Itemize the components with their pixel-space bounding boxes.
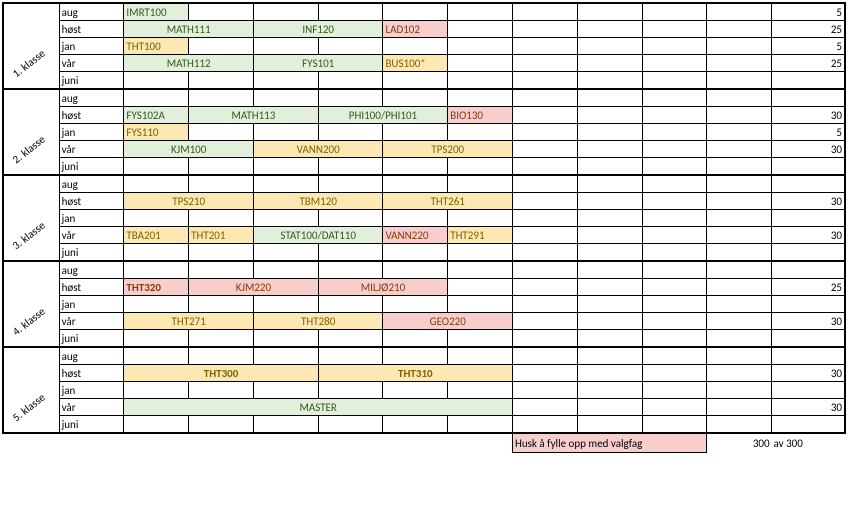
sem-label: jan [59,210,124,227]
sem-label: vår [59,227,124,244]
sem-label: aug [59,347,124,365]
sem-label: juni [59,72,124,90]
points-cell: 30 [772,365,845,382]
sem-label: høst [59,365,124,382]
course-cell: THT300 [124,365,318,382]
course-cell: TBA201 [124,227,189,244]
course-cell: MATH113 [189,107,319,124]
course-cell: PHI100/PHI101 [318,107,448,124]
points-cell: 25 [772,21,845,38]
sem-label: høst [59,279,124,296]
course-cell: TPS200 [383,141,513,158]
course-cell: THT100 [124,38,189,55]
klasse-4-label: 4. klasse [3,261,59,347]
course-cell: MASTER [124,399,513,416]
course-cell: TPS210 [124,193,254,210]
points-cell: 25 [772,55,845,72]
course-cell: MATH112 [124,55,254,72]
klasse-3-label: 3. klasse [3,175,59,261]
course-cell: THT271 [124,313,254,330]
course-cell: THT261 [383,193,513,210]
course-cell: BIO130 [448,107,513,124]
points-cell: 5 [772,3,845,21]
points-cell: 5 [772,38,845,55]
course-cell: FYS101 [253,55,383,72]
sem-label: aug [59,261,124,279]
sem-label: vår [59,399,124,416]
course-cell: THT291 [448,227,513,244]
study-plan-table: 1. klasse aug IMRT100 5 høst MATH111 INF… [2,2,846,453]
sem-label: høst [59,193,124,210]
sem-label: jan [59,382,124,399]
course-cell: GEO220 [383,313,513,330]
sem-label: høst [59,21,124,38]
course-cell: THT201 [189,227,254,244]
course-cell: INF120 [253,21,383,38]
sem-label: jan [59,38,124,55]
course-cell: IMRT100 [124,3,189,21]
footer-av: av 300 [772,433,845,453]
sem-label: vår [59,313,124,330]
sem-label: høst [59,107,124,124]
klasse-5-label: 5. klasse [3,347,59,433]
sem-label: juni [59,416,124,434]
course-cell: KJM220 [189,279,319,296]
course-cell: STAT100/DAT110 [253,227,383,244]
sem-label: vår [59,141,124,158]
footer-total: 300 [707,433,772,453]
course-cell: MATH111 [124,21,254,38]
course-cell: MILJØ210 [318,279,448,296]
footer-note: Husk å fylle opp med valgfag [512,433,706,453]
course-cell: FYS110 [124,124,189,141]
sem-label: juni [59,330,124,348]
sem-label: juni [59,158,124,176]
course-cell: FYS102A [124,107,189,124]
course-cell: THT320 [124,279,189,296]
course-cell: LAD102 [383,21,448,38]
course-cell: THT310 [318,365,512,382]
sem-label: aug [59,175,124,193]
sem-label: jan [59,296,124,313]
sem-label: vår [59,55,124,72]
sem-label: aug [59,3,124,21]
sem-label: aug [59,89,124,107]
points-cell: 30 [772,227,845,244]
points-cell: 30 [772,313,845,330]
course-cell: TBM120 [253,193,383,210]
course-cell: THT280 [253,313,383,330]
course-cell: BUS100* [383,55,448,72]
points-cell: 30 [772,399,845,416]
course-cell: KJM100 [124,141,254,158]
points-cell: 30 [772,141,845,158]
klasse-2-label: 2. klasse [3,89,59,175]
klasse-1-label: 1. klasse [3,3,59,89]
points-cell: 30 [772,193,845,210]
sem-label: jan [59,124,124,141]
points-cell: 5 [772,124,845,141]
course-cell: VANN200 [253,141,383,158]
course-cell: VANN220 [383,227,448,244]
points-cell: 25 [772,279,845,296]
points-cell: 30 [772,107,845,124]
sem-label: juni [59,244,124,262]
